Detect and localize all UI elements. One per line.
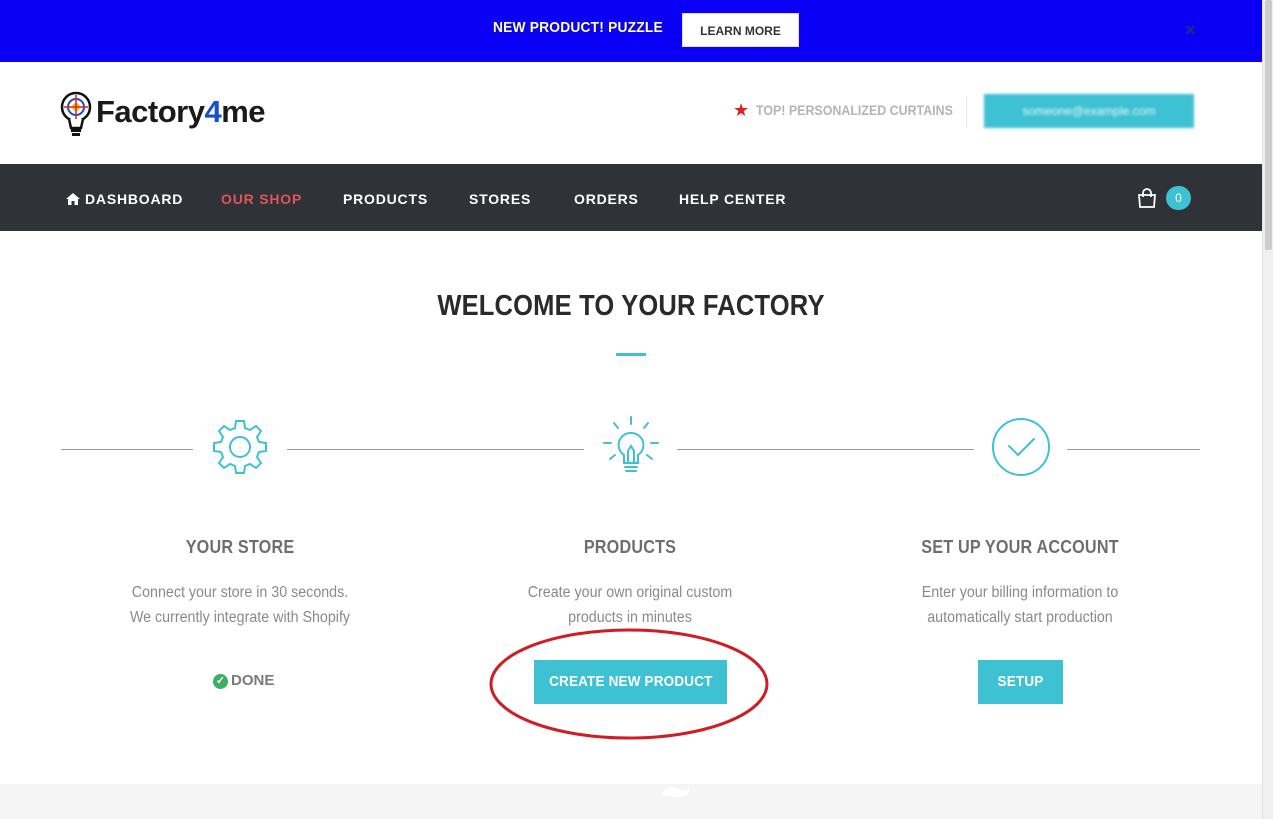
step-title: YOUR STORE bbox=[185, 537, 295, 557]
annotation-ellipse bbox=[489, 628, 769, 740]
account-email-button[interactable]: someone@example.com bbox=[984, 94, 1194, 128]
nav-item-products[interactable]: PRODUCTS bbox=[343, 191, 428, 207]
close-icon[interactable]: × bbox=[1185, 20, 1196, 41]
nav-item-orders[interactable]: ORDERS bbox=[574, 191, 639, 207]
nav-item-label: DASHBOARD bbox=[85, 191, 184, 207]
step-set-up-account: SET UP YOUR ACCOUNT Enter your billing i… bbox=[870, 537, 1170, 630]
step-description: Connect your store in 30 seconds. We cur… bbox=[129, 584, 351, 626]
step-description: Enter your billing information to automa… bbox=[921, 584, 1119, 626]
step-title: SET UP YOUR ACCOUNT bbox=[921, 537, 1119, 557]
done-status: ✓ DONE bbox=[213, 672, 274, 689]
learn-more-button[interactable]: LEARN MORE bbox=[682, 13, 799, 47]
shopping-bag-icon[interactable] bbox=[1137, 188, 1157, 208]
title-underline bbox=[616, 353, 646, 356]
cart-count-badge[interactable]: 0 bbox=[1166, 186, 1191, 210]
nav-item-our-shop[interactable]: OUR SHOP bbox=[221, 191, 302, 207]
divider-line bbox=[61, 449, 193, 450]
gear-icon bbox=[213, 420, 267, 474]
nav-item-stores[interactable]: STORES bbox=[469, 191, 531, 207]
top-personalized-curtains-link[interactable]: TOP! PERSONALIZED CURTAINS bbox=[756, 103, 953, 118]
announcement-bar: NEW PRODUCT! PUZZLE LEARN MORE × bbox=[0, 0, 1262, 62]
header-divider bbox=[966, 96, 967, 128]
nav-item-dashboard[interactable]: DASHBOARD bbox=[66, 191, 183, 207]
scrollbar-thumb[interactable] bbox=[1265, 0, 1272, 250]
lightbulb-icon bbox=[603, 416, 659, 472]
divider-line bbox=[1067, 449, 1200, 450]
setup-button[interactable]: SETUP bbox=[978, 660, 1063, 704]
site-header: Factory4me ★ TOP! PERSONALIZED CURTAINS … bbox=[0, 62, 1262, 164]
step-your-store: YOUR STORE Connect your store in 30 seco… bbox=[90, 537, 390, 630]
page-scrollbar[interactable] bbox=[1262, 0, 1273, 819]
divider-line bbox=[287, 449, 584, 450]
checkmark-circle-icon bbox=[992, 418, 1050, 476]
lightbulb-logo-icon bbox=[60, 91, 92, 136]
nav-item-help-center[interactable]: HELP CENTER bbox=[679, 191, 786, 207]
logo-wordmark: Factory4me bbox=[96, 94, 266, 129]
footer-band bbox=[0, 784, 1262, 819]
main-nav: DASHBOARD OUR SHOP PRODUCTS STORES ORDER… bbox=[0, 164, 1262, 231]
step-products: PRODUCTS Create your own original custom… bbox=[480, 537, 780, 630]
step-title: PRODUCTS bbox=[583, 537, 677, 557]
check-circle-icon: ✓ bbox=[213, 674, 228, 689]
divider-line bbox=[677, 449, 974, 450]
step-description: Create your own original custom products… bbox=[527, 584, 733, 626]
star-icon: ★ bbox=[733, 100, 750, 120]
logo[interactable]: Factory4me bbox=[60, 90, 285, 140]
page-title: WELCOME TO YOUR FACTORY bbox=[437, 290, 825, 322]
announcement-text: NEW PRODUCT! PUZZLE bbox=[493, 19, 663, 36]
home-icon bbox=[66, 193, 80, 205]
footer-logo-icon bbox=[661, 786, 690, 798]
